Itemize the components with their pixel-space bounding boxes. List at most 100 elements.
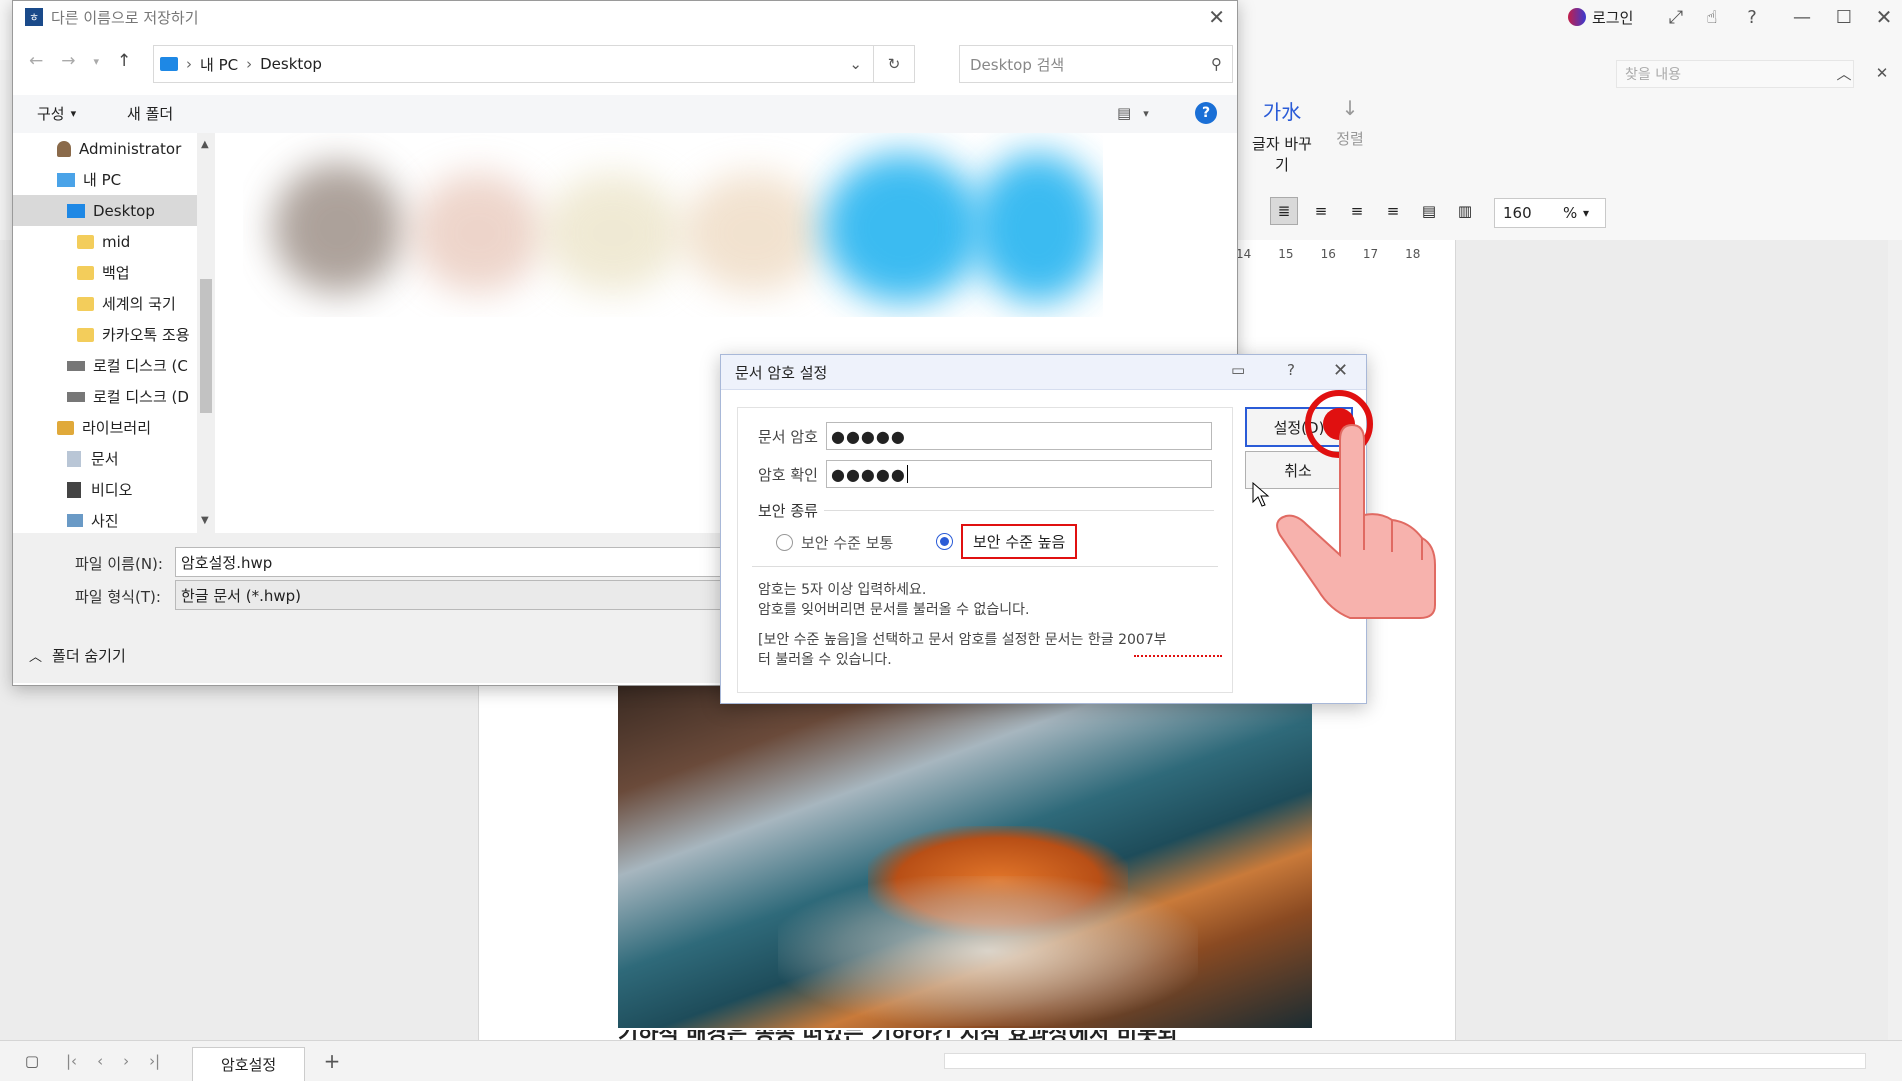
password-input[interactable]: ●●●●●: [826, 422, 1212, 450]
recent-chevron-icon[interactable]: ▾: [94, 55, 100, 68]
char-replace-label: 글자 바꾸기: [1252, 135, 1312, 174]
nav-label: mid: [102, 232, 131, 251]
nav-item-desktop[interactable]: Desktop: [13, 195, 197, 226]
nav-label: 카카오톡 조용: [102, 326, 190, 344]
align-right-icon[interactable]: ≡: [1380, 202, 1406, 220]
char-replace-icon: 가水: [1262, 100, 1302, 124]
nav-buttons: ← → ▾ ↑: [29, 51, 131, 71]
last-page-icon[interactable]: ›|: [149, 1052, 160, 1070]
maximize-icon[interactable]: ☐: [1832, 4, 1856, 30]
touch-icon[interactable]: ☝: [1700, 4, 1724, 30]
minimize-icon[interactable]: —: [1790, 4, 1814, 30]
ruler-tick: 18: [1405, 247, 1421, 261]
first-page-icon[interactable]: |‹: [66, 1052, 77, 1070]
spellcheck-underline: [1134, 652, 1222, 657]
nav-item-user[interactable]: Administrator: [13, 133, 197, 164]
close-app-icon[interactable]: ✕: [1872, 4, 1896, 30]
chevron-down-icon: ▾: [70, 107, 77, 120]
prev-page-icon[interactable]: ‹: [97, 1052, 103, 1070]
zoom-input[interactable]: 160 % ▾: [1494, 198, 1606, 228]
nav-label: 세계의 국기: [102, 295, 176, 313]
refresh-icon[interactable]: ↻: [873, 46, 914, 82]
close-icon[interactable]: ✕: [1208, 5, 1225, 29]
align-split-icon[interactable]: ▥: [1452, 202, 1478, 220]
align-distribute-icon[interactable]: ▤: [1416, 202, 1442, 220]
char-replace-button[interactable]: 가水 글자 바꾸기: [1252, 96, 1312, 176]
nav-item-video[interactable]: 비디오: [13, 474, 197, 505]
option-normal[interactable]: 보안 수준 보통: [776, 532, 893, 553]
folder-icon: [77, 265, 94, 280]
folder-icon: [77, 234, 94, 249]
login-button[interactable]: 로그인: [1568, 6, 1633, 28]
option-high[interactable]: 보안 수준 높음: [928, 523, 1085, 559]
align-left-icon[interactable]: ≡: [1308, 202, 1334, 220]
expand-icon[interactable]: ⤢: [1664, 4, 1688, 30]
next-page-icon[interactable]: ›: [123, 1052, 129, 1070]
nav-item-photo[interactable]: 사진: [13, 505, 197, 536]
help-icon[interactable]: ?: [1740, 4, 1764, 30]
document-image[interactable]: [618, 686, 1312, 1028]
arrange-button[interactable]: ↓ 정렬: [1330, 96, 1370, 176]
scroll-thumb[interactable]: [200, 279, 212, 413]
close-icon[interactable]: ✕: [1333, 360, 1348, 381]
chevron-up-icon[interactable]: ︿: [1832, 60, 1856, 86]
password-dialog-title-bar: 문서 암호 설정 ▭ ? ✕: [721, 355, 1366, 390]
nav-item-pc[interactable]: 내 PC: [13, 164, 197, 195]
align-center-icon[interactable]: ≡: [1344, 202, 1370, 220]
radio-high-icon: [936, 532, 953, 550]
nav-item-folder[interactable]: mid: [13, 226, 197, 257]
scroll-up-icon[interactable]: ▲: [201, 139, 209, 150]
video-icon: [67, 481, 81, 498]
scroll-down-icon[interactable]: ▼: [201, 515, 209, 526]
nav-item-library[interactable]: 라이브러리: [13, 412, 197, 443]
nav-scrollbar[interactable]: ▲ ▼: [197, 133, 215, 533]
find-input[interactable]: 찾을 내용: [1616, 60, 1854, 88]
help-icon[interactable]: ?: [1287, 361, 1295, 379]
pointing-hand-icon: [1276, 423, 1436, 619]
address-bar[interactable]: › 내 PC › Desktop ⌄ ↻: [153, 45, 915, 83]
comment-icon[interactable]: ▭: [1231, 361, 1245, 379]
breadcrumb-pc[interactable]: 내 PC: [200, 54, 238, 75]
document-tab[interactable]: 암호설정: [192, 1047, 306, 1081]
text-cursor: [906, 465, 908, 483]
folder-icon: [77, 296, 94, 311]
nav-item-folder[interactable]: 백업: [13, 257, 197, 288]
organize-label: 구성: [37, 105, 65, 123]
document-text: 기하적 배경은 종종 떠있는 기하하긴 지점 효과상에서 비롯되: [618, 1030, 1338, 1040]
nav-label: Administrator: [79, 139, 182, 158]
up-arrow-icon[interactable]: ↑: [117, 51, 131, 71]
breadcrumb-sep-icon: ›: [246, 55, 253, 73]
filetype-select[interactable]: 한글 문서 (*.hwp): [175, 580, 742, 610]
forward-arrow-icon[interactable]: →: [61, 51, 75, 71]
new-folder-button[interactable]: 새 폴더: [127, 103, 173, 124]
nav-item-drive[interactable]: 로컬 디스크 (D: [13, 381, 197, 412]
align-justify-icon[interactable]: ≣: [1270, 197, 1298, 225]
help-icon[interactable]: ?: [1195, 102, 1217, 124]
page-icon[interactable]: ▢: [20, 1049, 44, 1073]
nav-item-folder[interactable]: 카카오톡 조용: [13, 319, 197, 350]
close-find-icon[interactable]: ✕: [1870, 60, 1894, 86]
nav-item-docs[interactable]: 문서: [13, 443, 197, 474]
photo-icon: [67, 514, 83, 527]
back-arrow-icon[interactable]: ←: [29, 51, 43, 71]
nav-item-drive[interactable]: 로컬 디스크 (C: [13, 350, 197, 381]
divider: [752, 566, 1218, 567]
ruler-tick: 14: [1236, 247, 1252, 261]
breadcrumb-desktop[interactable]: Desktop: [260, 55, 322, 73]
hide-folders-toggle[interactable]: ︿ 폴더 숨기기: [29, 645, 126, 666]
desktop-icon: [67, 203, 85, 218]
pc-icon: [160, 57, 178, 71]
info-line: 암호를 잊어버리면 문서를 불러올 수 없습니다.: [758, 602, 1030, 618]
view-options[interactable]: ▤ ▾: [1117, 104, 1149, 122]
search-input[interactable]: Desktop 검색 ⚲: [959, 45, 1233, 83]
address-dropdown-icon[interactable]: ⌄: [849, 55, 862, 73]
filename-input[interactable]: 암호설정.hwp: [175, 547, 742, 577]
add-tab-icon[interactable]: +: [318, 1047, 346, 1075]
ruler-tick: 17: [1362, 247, 1379, 261]
info-line: 암호는 5자 이상 입력하세요.: [758, 582, 927, 598]
organize-button[interactable]: 구성 ▾: [37, 103, 76, 124]
vertical-scrollbar[interactable]: [1888, 240, 1902, 1040]
nav-item-folder[interactable]: 세계의 국기: [13, 288, 197, 319]
confirm-input[interactable]: ●●●●●: [826, 460, 1212, 488]
horizontal-scrollbar[interactable]: [944, 1053, 1866, 1069]
